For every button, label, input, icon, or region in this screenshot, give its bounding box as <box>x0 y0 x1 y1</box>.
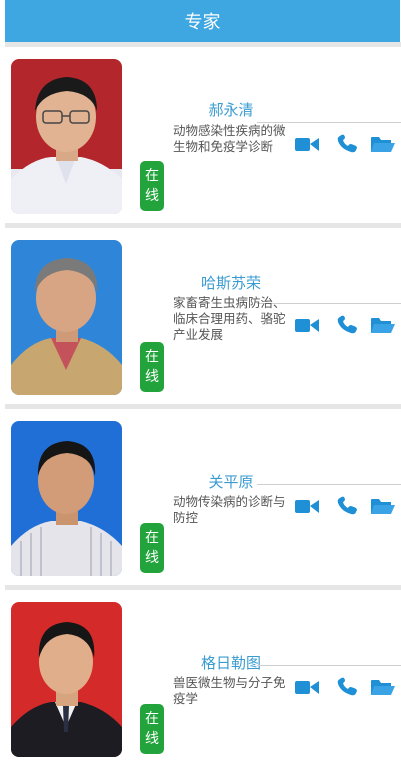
expert-description: 兽医微生物与分子免疫学 <box>173 675 286 706</box>
expert-card[interactable]: 在线 关平原 动物传染病的诊断与防控 <box>5 409 401 584</box>
expert-photo <box>11 421 122 576</box>
phone-icon[interactable] <box>335 496 361 516</box>
expert-name[interactable]: 关平原 <box>175 471 287 492</box>
contact-actions <box>294 315 396 335</box>
folder-icon[interactable] <box>370 496 396 516</box>
phone-icon[interactable] <box>335 677 361 697</box>
contact-actions <box>294 496 396 516</box>
expert-description: 动物感染性疾病的微生物和免疫学诊断 <box>173 123 286 154</box>
expert-photo <box>11 240 122 395</box>
expert-description: 动物传染病的诊断与防控 <box>173 494 286 525</box>
video-camera-icon[interactable] <box>294 496 320 516</box>
expert-card[interactable]: 在线 格日勒图 兽医微生物与分子免疫学 <box>5 590 401 765</box>
name-underline <box>257 665 401 666</box>
contact-actions <box>294 134 396 154</box>
folder-icon[interactable] <box>370 677 396 697</box>
expert-photo <box>11 602 122 757</box>
folder-icon[interactable] <box>370 134 396 154</box>
page-title: 专家 <box>184 12 221 33</box>
video-camera-icon[interactable] <box>294 677 320 697</box>
online-status-badge: 在线 <box>140 161 164 211</box>
online-status-badge: 在线 <box>140 704 164 754</box>
name-underline <box>257 484 401 485</box>
phone-icon[interactable] <box>335 134 361 154</box>
expert-description: 家畜寄生虫病防治、临床合理用药、骆驼产业发展 <box>173 295 286 342</box>
expert-card[interactable]: 在线 郝永清 动物感染性疾病的微生物和免疫学诊断 <box>5 47 401 222</box>
online-status-badge: 在线 <box>140 342 164 392</box>
expert-name[interactable]: 郝永清 <box>175 99 287 120</box>
online-status-badge: 在线 <box>140 523 164 573</box>
video-camera-icon[interactable] <box>294 315 320 335</box>
phone-icon[interactable] <box>335 315 361 335</box>
expert-photo <box>11 59 122 214</box>
expert-name[interactable]: 哈斯苏荣 <box>175 272 287 293</box>
app-header: 专家 <box>5 0 400 42</box>
expert-card[interactable]: 在线 哈斯苏荣 家畜寄生虫病防治、临床合理用药、骆驼产业发展 <box>5 228 401 403</box>
expert-name[interactable]: 格日勒图 <box>175 652 287 673</box>
contact-actions <box>294 677 396 697</box>
folder-icon[interactable] <box>370 315 396 335</box>
video-camera-icon[interactable] <box>294 134 320 154</box>
